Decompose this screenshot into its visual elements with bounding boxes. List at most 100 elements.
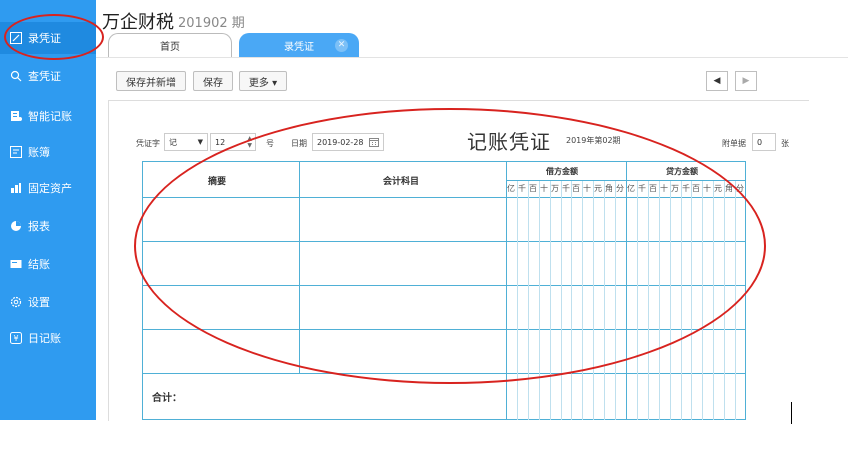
grid-digit-line (691, 181, 692, 420)
grid-digit-line (539, 181, 540, 420)
credit-digit-label: 元 (714, 184, 722, 193)
voucher-number-value: 12 (215, 137, 226, 147)
sidebar-item-label: 录凭证 (28, 32, 61, 45)
grid-digit-line (659, 181, 660, 420)
gear-icon (10, 296, 22, 308)
debit-digit-label: 千 (518, 184, 526, 193)
grid-digit-line (681, 181, 682, 420)
sidebar-item-reports[interactable]: 报表 (0, 210, 96, 242)
voucher-word-label: 凭证字 (136, 139, 160, 148)
save-button[interactable]: 保存 (193, 71, 233, 91)
assets-icon (10, 182, 22, 194)
grid-col-line (626, 161, 627, 420)
sidebar-item-settings[interactable]: 设置 (0, 286, 96, 318)
grid-digit-line (670, 181, 671, 420)
credit-digit-label: 分 (736, 184, 744, 193)
stepper-arrows-icon[interactable]: ▲ ▼ (247, 135, 252, 149)
sidebar-item-label: 报表 (28, 220, 50, 233)
account-cell-row-3[interactable] (300, 286, 506, 329)
voucher-word-value: 记 (169, 137, 177, 147)
credit-digit-label: 十 (660, 184, 668, 193)
grid-digit-line (561, 181, 562, 420)
debit-digit-label: 元 (594, 184, 602, 193)
sidebar-item-label: 账簿 (28, 146, 50, 159)
attachments-input[interactable]: 0 (752, 133, 776, 151)
summary-cell-row-2[interactable] (143, 242, 299, 285)
total-label: 合计： (152, 393, 182, 404)
credit-digit-label: 万 (671, 184, 679, 193)
grid-digit-line (593, 181, 594, 420)
date-input[interactable]: 2019-02-28 (312, 133, 384, 151)
voucher-number-suffix: 号 (266, 139, 274, 148)
debit-digit-label: 百 (572, 184, 580, 193)
edit-icon (10, 32, 22, 44)
ledger-icon (10, 110, 22, 122)
grid-digit-line (637, 181, 638, 420)
sidebar-item-query-voucher[interactable]: 查凭证 (0, 60, 96, 92)
sidebar-item-label: 日记账 (28, 332, 61, 345)
sidebar-item-books[interactable]: 账簿 (0, 136, 96, 168)
divider (96, 57, 848, 58)
more-dropdown-button[interactable]: 更多 ▾ (239, 71, 287, 91)
tab-label: 录凭证 (284, 42, 314, 53)
prev-voucher-button[interactable]: ◀ (706, 71, 728, 91)
column-header-account: 会计科目 (383, 177, 420, 187)
svg-text:¥: ¥ (13, 334, 18, 343)
caret-left-icon: ◀ (713, 76, 721, 86)
debit-digit-label: 分 (616, 184, 624, 193)
calendar-icon[interactable] (369, 137, 379, 149)
credit-digit-label: 角 (725, 184, 733, 193)
summary-cell-row-4[interactable] (143, 330, 299, 373)
tab-bar: 首页 录凭证 ✕ (108, 33, 808, 57)
grid-digit-line (713, 181, 714, 420)
column-header-debit: 借方金额 (546, 167, 578, 176)
sidebar-item-enter-voucher[interactable]: 录凭证 (0, 22, 96, 54)
tab-enter-voucher[interactable]: 录凭证 ✕ (239, 33, 359, 57)
sidebar-item-label: 智能记账 (28, 110, 72, 123)
voucher-period: 2019年第02期 (566, 136, 621, 145)
search-icon (10, 70, 22, 82)
account-cell-row-4[interactable] (300, 330, 506, 373)
voucher-word-select[interactable]: 记 ▼ (164, 133, 208, 151)
debit-digit-label: 百 (529, 184, 537, 193)
book-icon (10, 146, 22, 158)
grid-digit-line (550, 181, 551, 420)
grid-digit-line (735, 181, 736, 420)
debit-digit-label: 角 (605, 184, 613, 193)
sidebar-item-label: 结账 (28, 258, 50, 271)
summary-cell-row-3[interactable] (143, 286, 299, 329)
grid-digit-line (604, 181, 605, 420)
date-value: 2019-02-28 (317, 137, 364, 147)
debit-digit-label: 千 (562, 184, 570, 193)
sidebar-item-label: 设置 (28, 296, 50, 309)
account-cell-row-2[interactable] (300, 242, 506, 285)
sidebar-item-journal[interactable]: ¥ 日记账 (0, 322, 96, 354)
column-header-credit: 贷方金额 (666, 167, 698, 176)
app-title: 万企财税 (102, 12, 174, 33)
grid-digit-line (582, 181, 583, 420)
tab-home[interactable]: 首页 (108, 33, 232, 57)
save-and-new-button[interactable]: 保存并新增 (116, 71, 186, 91)
voucher-number-stepper[interactable]: 12 ▲ ▼ (210, 133, 256, 151)
close-icon[interactable]: ✕ (335, 39, 348, 52)
summary-cell-row-1[interactable] (143, 198, 299, 241)
grid-digit-line (571, 181, 572, 420)
credit-digit-label: 千 (638, 184, 646, 193)
journal-icon: ¥ (10, 332, 22, 344)
column-header-summary: 摘要 (208, 177, 227, 187)
sidebar-item-smart-bookkeeping[interactable]: 智能记账 (0, 100, 96, 132)
grid-digit-line (702, 181, 703, 420)
next-voucher-button[interactable]: ▶ (735, 71, 757, 91)
attachments-unit: 张 (781, 139, 789, 148)
credit-digit-label: 十 (703, 184, 711, 193)
grid-digit-line (528, 181, 529, 420)
voucher-title: 记账凭证 (467, 130, 551, 154)
credit-digit-label: 百 (692, 184, 700, 193)
sidebar-item-fixed-assets[interactable]: 固定资产 (0, 172, 96, 204)
grid-digit-line (615, 181, 616, 420)
sidebar-item-close-accounts[interactable]: 结账 (0, 248, 96, 280)
sidebar-item-label: 查凭证 (28, 70, 61, 83)
account-cell-row-1[interactable] (300, 198, 506, 241)
debit-digit-label: 十 (540, 184, 548, 193)
debit-digit-label: 亿 (507, 184, 515, 193)
